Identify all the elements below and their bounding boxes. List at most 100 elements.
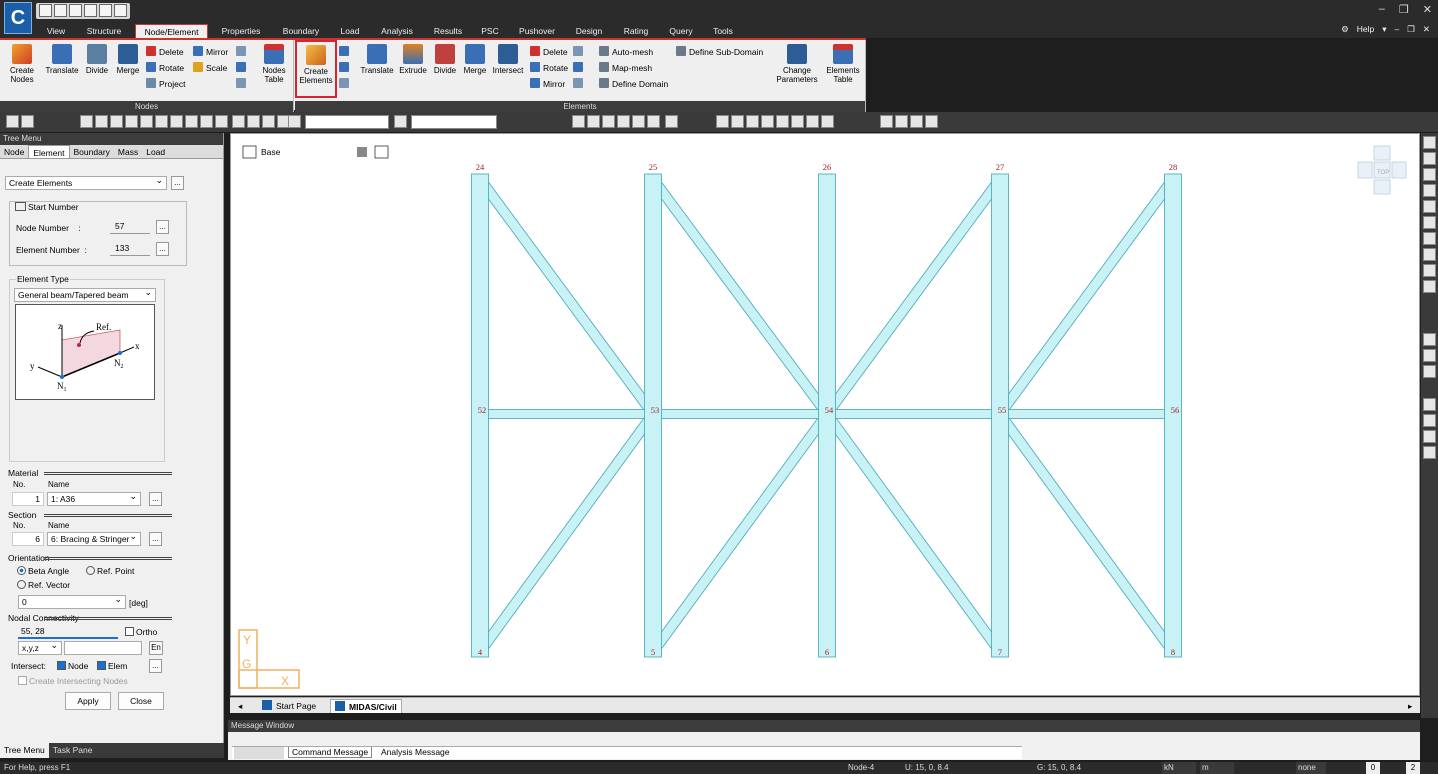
- ribbon-restore-icon[interactable]: ❐: [1407, 24, 1415, 35]
- model-view[interactable]: Base 24 25 26 27 28 52 53 54 55 56 4 5 6 7 8 TOP Y G X: [230, 133, 1420, 696]
- node-number-field[interactable]: 57: [110, 220, 150, 234]
- pointer-icon[interactable]: [288, 115, 301, 128]
- brace-element[interactable]: [475, 410, 658, 656]
- tab-boundary[interactable]: Boundary: [280, 24, 322, 38]
- translate-nodes-button[interactable]: Translate: [44, 44, 80, 75]
- brace-element[interactable]: [995, 175, 1178, 418]
- undo-icon[interactable]: [6, 115, 19, 128]
- tool-icon[interactable]: [140, 115, 153, 128]
- view-cube[interactable]: TOP: [1357, 145, 1407, 195]
- tool-icon[interactable]: [155, 115, 168, 128]
- tab-boundary[interactable]: Boundary: [70, 145, 114, 158]
- tool-icon[interactable]: [647, 115, 660, 128]
- tool-icon[interactable]: [200, 115, 213, 128]
- message-nav-icons[interactable]: [234, 747, 284, 759]
- tab-mass[interactable]: Mass: [114, 145, 142, 158]
- rotate-tool-icon[interactable]: [1423, 365, 1436, 378]
- project-nodes-button[interactable]: Project: [146, 78, 185, 90]
- view-tool-icon[interactable]: [1423, 248, 1436, 261]
- tab-analysis[interactable]: Analysis: [378, 24, 416, 38]
- app-logo[interactable]: C: [4, 2, 32, 34]
- column-element[interactable]: [991, 173, 1009, 658]
- tab-tools[interactable]: Tools: [708, 24, 738, 38]
- material-options-button[interactable]: ...: [149, 492, 162, 506]
- element-tool-1[interactable]: [339, 46, 352, 58]
- tool-icon[interactable]: [247, 115, 260, 128]
- pan-tool-icon[interactable]: [1423, 349, 1436, 362]
- tab-psc[interactable]: PSC: [478, 24, 502, 38]
- translate-elements-button[interactable]: Translate: [359, 44, 395, 75]
- select-icon[interactable]: [232, 115, 245, 128]
- tool-icon[interactable]: [731, 115, 744, 128]
- select-combo-2[interactable]: [411, 115, 497, 129]
- tab-command-message[interactable]: Command Message: [288, 747, 373, 758]
- create-elements-button[interactable]: Create Elements: [295, 40, 337, 98]
- print-icon[interactable]: [99, 4, 112, 17]
- merge-elements-button[interactable]: Merge: [461, 44, 489, 75]
- element-type-select[interactable]: General beam/Tapered beam: [14, 286, 156, 302]
- brace-element[interactable]: [822, 410, 1005, 656]
- close-icon[interactable]: ✕: [1423, 3, 1432, 16]
- snap-select[interactable]: none: [1296, 762, 1326, 774]
- tool-icon[interactable]: [925, 115, 938, 128]
- zoom-in-icon[interactable]: [1423, 414, 1436, 427]
- zoom-fit-icon[interactable]: [1423, 446, 1436, 459]
- tool-icon[interactable]: [880, 115, 893, 128]
- brace-element[interactable]: [822, 175, 1005, 418]
- ref-point-radio[interactable]: Ref. Point: [86, 566, 134, 576]
- node-tool-3[interactable]: [236, 78, 249, 90]
- view-tool-icon[interactable]: [1423, 264, 1436, 277]
- element-number-field[interactable]: 133: [110, 242, 150, 256]
- nodal-connectivity-input[interactable]: 55, 28: [18, 626, 118, 639]
- brace-element[interactable]: [475, 175, 658, 418]
- tab-analysis-message[interactable]: Analysis Message: [378, 747, 453, 757]
- settings-icon[interactable]: ⚙: [1341, 24, 1349, 35]
- delete-elements-button[interactable]: Delete: [530, 46, 568, 58]
- force-unit-select[interactable]: kN: [1162, 762, 1196, 774]
- tool-icon[interactable]: [791, 115, 804, 128]
- tool-icon[interactable]: [215, 115, 228, 128]
- intersect-options-button[interactable]: ...: [149, 659, 162, 673]
- element-tool-3[interactable]: [339, 78, 352, 90]
- tab-task-pane[interactable]: Task Pane: [49, 743, 97, 758]
- element-number-button[interactable]: ...: [156, 242, 169, 256]
- section-select[interactable]: 6: Bracing & Stringer: [47, 530, 141, 546]
- tool-icon[interactable]: [602, 115, 615, 128]
- create-intersecting-nodes-checkbox[interactable]: Create Intersecting Nodes: [18, 676, 128, 686]
- tool-icon[interactable]: [910, 115, 923, 128]
- tool-icon[interactable]: [572, 115, 585, 128]
- ribbon-minimize-icon[interactable]: ‒: [1395, 24, 1400, 35]
- ortho-checkbox[interactable]: Ortho: [125, 627, 157, 637]
- view-tool-icon[interactable]: [1423, 152, 1436, 165]
- intersect-button[interactable]: Intersect: [491, 44, 525, 75]
- view-tool-icon[interactable]: [1423, 232, 1436, 245]
- tab-design[interactable]: Design: [572, 24, 606, 38]
- minimize-icon[interactable]: ‒: [1379, 3, 1385, 16]
- tab-rating[interactable]: Rating: [620, 24, 652, 38]
- coordinate-mode-select[interactable]: x,y,z: [18, 639, 62, 655]
- tab-results[interactable]: Results: [430, 24, 466, 38]
- save-icon[interactable]: [84, 4, 97, 17]
- extrude-button[interactable]: Extrude: [397, 44, 429, 75]
- tool-icon[interactable]: [716, 115, 729, 128]
- beta-angle-radio[interactable]: Beta Angle: [17, 566, 69, 576]
- element-tool-2[interactable]: [339, 62, 352, 74]
- open-folder-icon[interactable]: [69, 4, 82, 17]
- column-element[interactable]: [471, 173, 489, 658]
- new-icon[interactable]: [39, 4, 52, 17]
- tool-icon[interactable]: [185, 115, 198, 128]
- tab-pushover[interactable]: Pushover: [514, 24, 560, 38]
- node-tool-1[interactable]: [236, 46, 249, 58]
- tool-icon[interactable]: [110, 115, 123, 128]
- ribbon-close-icon[interactable]: ✕: [1423, 24, 1430, 35]
- column-element[interactable]: [1164, 173, 1182, 658]
- auto-mesh-button[interactable]: Auto-mesh: [599, 46, 653, 58]
- change-parameters-button[interactable]: Change Parameters: [773, 44, 821, 84]
- apply-button[interactable]: Apply: [65, 692, 111, 710]
- redo-icon[interactable]: [21, 115, 34, 128]
- tab-node-element[interactable]: Node/Element: [135, 24, 208, 39]
- element-tool-5[interactable]: [573, 62, 586, 74]
- rotate-elements-button[interactable]: Rotate: [530, 62, 568, 74]
- mirror-elements-button[interactable]: Mirror: [530, 78, 565, 90]
- map-mesh-button[interactable]: Map-mesh: [599, 62, 652, 74]
